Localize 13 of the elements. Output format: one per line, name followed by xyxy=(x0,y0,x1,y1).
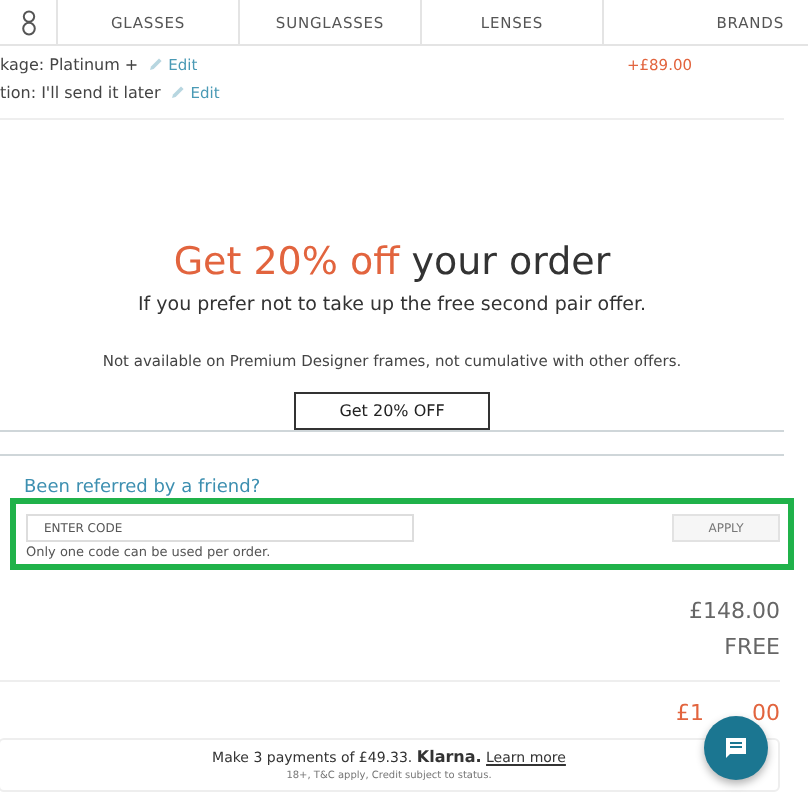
discount-button[interactable]: Get 20% OFF xyxy=(294,392,490,430)
option-label: tion: I'll send it later xyxy=(0,83,161,101)
logo-icon[interactable] xyxy=(21,9,35,35)
chat-icon xyxy=(724,736,748,760)
subtotal-value: £148.00 xyxy=(687,596,780,628)
referral-link[interactable]: Been referred by a friend? xyxy=(24,476,770,498)
offer-highlight: Get 20% off xyxy=(173,240,400,284)
total-value: £1 xyxy=(676,698,704,730)
offer-title: your order xyxy=(411,240,611,284)
delivery-value: FREE xyxy=(722,632,780,664)
offer-subtitle: If you prefer not to take up the free second pair offer. xyxy=(137,294,647,316)
option-label: kage: Platinum + xyxy=(0,55,139,73)
total-value: 00 xyxy=(752,698,780,730)
